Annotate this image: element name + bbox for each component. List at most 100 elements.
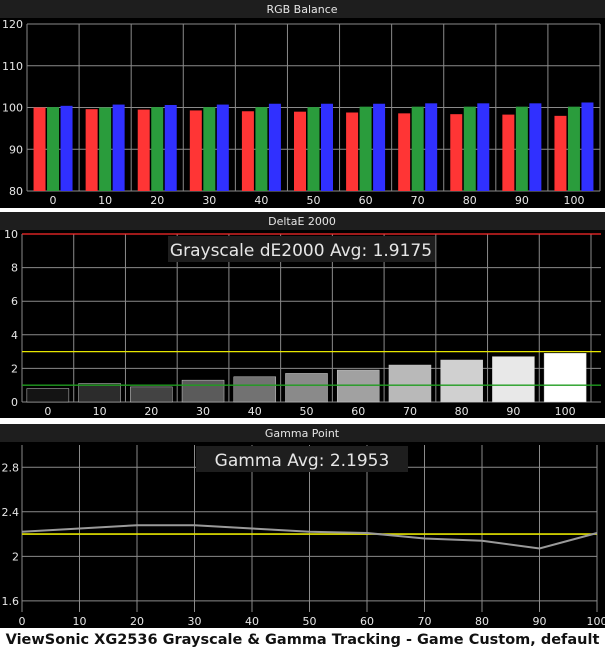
rgb-bar-blue (60, 105, 73, 191)
panel-title-1: RGB Balance (266, 3, 337, 16)
deltae-bar (233, 376, 277, 403)
deltae-x-tick-label: 30 (196, 405, 210, 418)
rgb-x-tick-label: 0 (50, 194, 57, 207)
rgb-bar-red (450, 114, 463, 191)
gamma-x-tick-label: 100 (587, 615, 605, 628)
deltae-bar (336, 369, 380, 403)
rgb-bar-red (398, 113, 411, 191)
rgb-bar-green (567, 106, 580, 191)
gamma-x-tick-label: 80 (475, 615, 489, 628)
rgb-bar-green (307, 107, 320, 191)
rgb-bar-red (346, 112, 359, 191)
rgb-bar-red (554, 115, 567, 191)
rgb-bar-red (189, 110, 202, 191)
rgb-bar-blue (529, 103, 542, 191)
rgb-bar-blue (425, 103, 438, 191)
deltae-y-tick-label: 10 (4, 228, 18, 241)
rgb-bar-green (255, 107, 268, 191)
rgb-x-tick-label: 20 (150, 194, 164, 207)
gamma-x-tick-label: 40 (245, 615, 259, 628)
deltae-x-tick-label: 10 (93, 405, 107, 418)
deltae-bar (440, 359, 483, 403)
rgb-x-tick-label: 70 (411, 194, 425, 207)
rgb-x-tick-label: 100 (563, 194, 584, 207)
gamma-y-tick-label: 1.6 (2, 595, 20, 608)
gamma-annotation: Gamma Avg: 2.1953 (215, 451, 390, 471)
rgb-bar-blue (477, 103, 490, 191)
rgb-bar-blue (216, 104, 229, 191)
deltae-x-tick-label: 20 (144, 405, 158, 418)
deltae-bar (26, 388, 70, 403)
rgb-x-tick-label: 40 (254, 194, 268, 207)
rgb-y-tick-label: 110 (2, 60, 23, 73)
rgb-bar-red (502, 114, 515, 191)
deltae-y-tick-label: 8 (11, 262, 18, 275)
rgb-bar-blue (112, 104, 125, 191)
rgb-bar-red (294, 111, 306, 191)
deltae-bar (492, 356, 535, 403)
rgb-bar-green (411, 106, 424, 191)
gamma-x-tick-label: 90 (533, 615, 547, 628)
deltae-x-tick-label: 100 (555, 405, 576, 418)
deltae-x-tick-label: 80 (455, 405, 469, 418)
deltae-bar (388, 364, 432, 403)
rgb-bar-green (151, 107, 164, 191)
rgb-bar-red (241, 111, 254, 191)
gamma-y-tick-label: 2.8 (2, 461, 20, 474)
rgb-bar-red (137, 109, 150, 191)
gamma-x-tick-label: 70 (418, 615, 432, 628)
panel-title-3: Gamma Point (265, 427, 340, 440)
deltae-annotation: Grayscale dE2000 Avg: 1.9175 (170, 241, 432, 261)
rgb-bar-green (203, 107, 216, 191)
rgb-bar-red (85, 109, 98, 191)
gamma-x-tick-label: 0 (19, 615, 26, 628)
rgb-bar-green (515, 106, 528, 191)
gamma-x-tick-label: 60 (360, 615, 374, 628)
rgb-x-tick-label: 10 (98, 194, 112, 207)
rgb-bar-blue (321, 103, 333, 191)
rgb-x-tick-label: 80 (463, 194, 477, 207)
gamma-x-tick-label: 50 (303, 615, 317, 628)
deltae-bar (78, 383, 121, 403)
figure-caption: ViewSonic XG2536 Grayscale & Gamma Track… (5, 632, 600, 648)
rgb-bar-blue (373, 103, 386, 191)
deltae-y-tick-label: 2 (11, 362, 18, 375)
charts-canvas: RGB Balance80901001101200 10 20 30 40 50 60 70 8… (0, 0, 605, 628)
rgb-x-tick-label: 90 (515, 194, 529, 207)
rgb-bar-green (359, 106, 372, 191)
gamma-x-tick-label: 10 (73, 615, 87, 628)
deltae-bar (543, 353, 587, 403)
rgb-bar-red (33, 107, 46, 191)
deltae-bar (285, 373, 328, 403)
deltae-x-tick-label: 90 (506, 405, 520, 418)
gamma-y-tick-label: 2 (12, 550, 19, 563)
rgb-y-tick-label: 90 (9, 143, 23, 156)
deltae-bar (181, 379, 225, 403)
gamma-x-tick-label: 30 (188, 615, 202, 628)
rgb-y-tick-label: 100 (2, 102, 23, 115)
deltae-y-tick-label: 0 (11, 396, 18, 409)
deltae-y-tick-label: 4 (11, 329, 18, 342)
gamma-y-tick-label: 2.4 (2, 506, 20, 519)
rgb-x-tick-label: 60 (359, 194, 373, 207)
rgb-x-tick-label: 50 (307, 194, 321, 207)
deltae-x-tick-label: 0 (44, 405, 51, 418)
rgb-bar-green (463, 106, 476, 191)
panel-title-2: DeltaE 2000 (268, 215, 336, 228)
deltae-x-tick-label: 70 (403, 405, 417, 418)
rgb-y-tick-label: 80 (9, 185, 23, 198)
rgb-bar-green (47, 107, 60, 191)
deltae-x-tick-label: 50 (300, 405, 314, 418)
rgb-x-tick-label: 30 (202, 194, 216, 207)
rgb-bar-blue (164, 104, 177, 191)
deltae-bar (130, 386, 173, 403)
deltae-x-tick-label: 40 (248, 405, 262, 418)
rgb-bar-green (99, 107, 112, 191)
rgb-bar-blue (581, 102, 594, 191)
deltae-y-tick-label: 6 (11, 295, 18, 308)
gamma-x-tick-label: 20 (130, 615, 144, 628)
deltae-x-tick-label: 60 (351, 405, 365, 418)
rgb-bar-blue (268, 103, 281, 191)
chart-figure: RGB Balance 80 90 100 110 120 0 10 20 30 40 50 60 70 8… (0, 0, 605, 652)
rgb-y-tick-label: 120 (2, 18, 23, 31)
